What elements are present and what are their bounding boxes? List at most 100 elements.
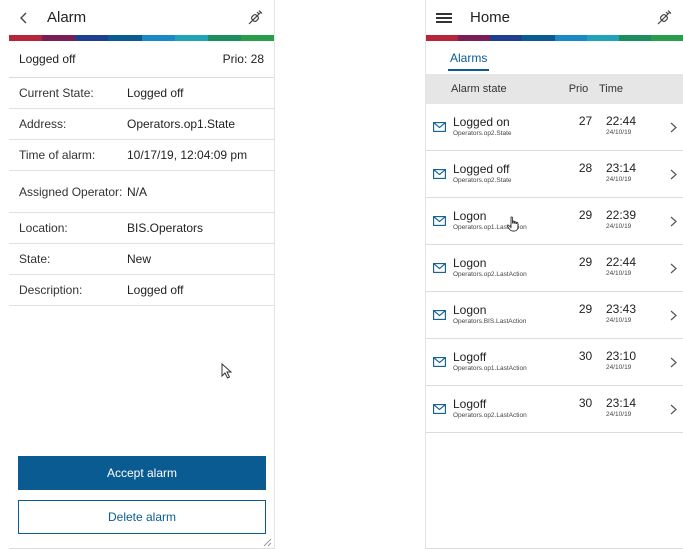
detail-value: Logged off (127, 86, 184, 100)
envelope-icon (433, 122, 446, 132)
alarm-time: 22:44 (606, 114, 637, 128)
alarm-summary: Logged off Prio: 28 (9, 41, 274, 78)
plug-disconnected-icon (246, 9, 264, 27)
alarm-prio: 30 (578, 396, 593, 410)
alarm-summary-prio: Prio: 28 (222, 52, 264, 66)
brand-stripe-segment (490, 35, 523, 41)
alarm-source: Operators.BIS.LastAction (453, 318, 527, 325)
chevron-left-icon[interactable] (19, 12, 37, 24)
alarm-time: 23:10 (606, 349, 637, 363)
brand-stripe-segment (75, 35, 109, 41)
alarm-name: Logged on (453, 115, 510, 129)
tab-alarms[interactable]: Alarms (447, 41, 490, 74)
alarm-prio: 29 (578, 255, 593, 269)
envelope-icon (433, 263, 446, 273)
chevron-right-icon (670, 309, 677, 324)
alarm-detail-header: Alarm (9, 0, 274, 35)
chevron-right-icon (670, 262, 677, 277)
alarm-prio: 30 (578, 349, 593, 363)
chevron-right-icon (670, 168, 677, 183)
alarm-list-item[interactable]: Logon Operators.BIS.LastAction 29 23:43 24… (426, 292, 683, 339)
hand-pointer-icon (506, 216, 519, 232)
detail-row-address: Address: Operators.op1.State (9, 109, 274, 140)
hamburger-menu-icon[interactable] (436, 11, 452, 25)
alarm-list-item[interactable]: Logoff Operators.op1.LastAction 30 23:10 2… (426, 339, 683, 386)
detail-value: N/A (127, 184, 148, 199)
chevron-right-icon (670, 403, 677, 418)
alarm-time: 23:14 (606, 161, 637, 175)
alarm-source: Operators.op2.State (453, 130, 512, 137)
alarm-prio: 29 (578, 302, 593, 316)
alarm-prio: 27 (578, 114, 593, 128)
column-header-alarm-state[interactable]: Alarm state (426, 83, 561, 95)
alarm-date: 24/10/19 (606, 411, 632, 418)
page-title: Alarm (47, 9, 87, 26)
alarm-list-item[interactable]: Logged off Operators.op2.State 28 23:14 24… (426, 151, 683, 198)
alarm-source: Operators.op1.LastAction (453, 365, 527, 372)
alarm-date: 24/10/19 (606, 270, 632, 277)
brand-stripe (9, 35, 274, 41)
detail-value: Operators.op1.State (127, 117, 236, 131)
brand-stripe-segment (42, 35, 76, 41)
detail-row-state: State: New (9, 244, 274, 275)
alarm-details: Current State: Logged off Address: Opera… (9, 78, 274, 306)
detail-label: Address: (19, 117, 67, 131)
chevron-right-icon (670, 121, 677, 136)
envelope-icon (433, 216, 446, 226)
alarm-list-item[interactable]: Logon Operators.op1.LastAction 29 22:39 24… (426, 198, 683, 245)
detail-label: State: (19, 252, 51, 266)
chevron-right-icon (670, 215, 677, 230)
envelope-icon (433, 404, 446, 414)
home-header: Home (426, 0, 683, 35)
home-panel: Home Alarms Alarm state Prio Time Logged… (425, 0, 683, 549)
alarm-list-item[interactable]: Logged on Operators.op2.State 27 22:44 24/… (426, 104, 683, 151)
brand-stripe-segment (240, 35, 274, 41)
detail-label: Current State: (19, 86, 94, 100)
detail-label: Location: (19, 221, 68, 235)
alarm-name: Logon (453, 303, 487, 317)
detail-row-current-state: Current State: Logged off (9, 78, 274, 109)
alarm-prio: 28 (578, 161, 593, 175)
tab-bar: Alarms (426, 41, 683, 74)
alarm-date: 24/10/19 (606, 223, 632, 230)
envelope-icon (433, 169, 446, 179)
alarm-source: Operators.op2.LastAction (453, 271, 527, 278)
alarm-summary-state: Logged off (19, 52, 76, 66)
alarm-source: Operators.op2.LastAction (453, 412, 527, 419)
detail-value: Logged off (127, 283, 184, 297)
alarm-date: 24/10/19 (606, 176, 632, 183)
column-header-time[interactable]: Time (596, 83, 623, 95)
delete-alarm-button[interactable]: Delete alarm (18, 500, 266, 534)
alarm-time: 22:44 (606, 255, 637, 269)
detail-label: Description: (19, 283, 83, 297)
alarm-table-header: Alarm state Prio Time (426, 74, 683, 104)
detail-row-description: Description: Logged off (9, 275, 274, 306)
detail-row-assigned-operator: Assigned Operator: N/A (9, 171, 274, 213)
alarm-list-item[interactable]: Logoff Operators.op2.LastAction 30 23:14 2… (426, 386, 683, 433)
alarm-name: Logon (453, 256, 487, 270)
alarm-date: 24/10/19 (606, 317, 632, 324)
mouse-pointer-icon (221, 363, 233, 379)
resize-grip-icon[interactable] (263, 538, 272, 547)
page-title: Home (470, 9, 511, 26)
alarm-time: 23:14 (606, 396, 637, 410)
alarm-date: 24/10/19 (606, 129, 632, 136)
brand-stripe-segment (141, 35, 175, 41)
detail-value: New (127, 252, 152, 266)
alarm-time: 23:43 (606, 302, 637, 316)
alarm-list-item[interactable]: Logon Operators.op2.LastAction 29 22:44 24… (426, 245, 683, 292)
column-header-prio[interactable]: Prio (561, 83, 596, 95)
detail-value: 10/17/19, 12:04:09 pm (127, 148, 248, 162)
brand-stripe-segment (650, 35, 683, 41)
detail-value: BIS.Operators (127, 221, 204, 235)
accept-alarm-button[interactable]: Accept alarm (18, 456, 266, 490)
detail-row-time-of-alarm: Time of alarm: 10/17/19, 12:04:09 pm (9, 140, 274, 171)
alarm-prio: 29 (578, 208, 593, 222)
brand-stripe-segment (618, 35, 651, 41)
brand-stripe-segment (522, 35, 555, 41)
brand-stripe-segment (554, 35, 587, 41)
alarm-date: 24/10/19 (606, 364, 632, 371)
alarm-source: Operators.op2.State (453, 177, 512, 184)
detail-label: Time of alarm: (19, 148, 96, 162)
detail-label: Assigned Operator: (19, 184, 123, 199)
